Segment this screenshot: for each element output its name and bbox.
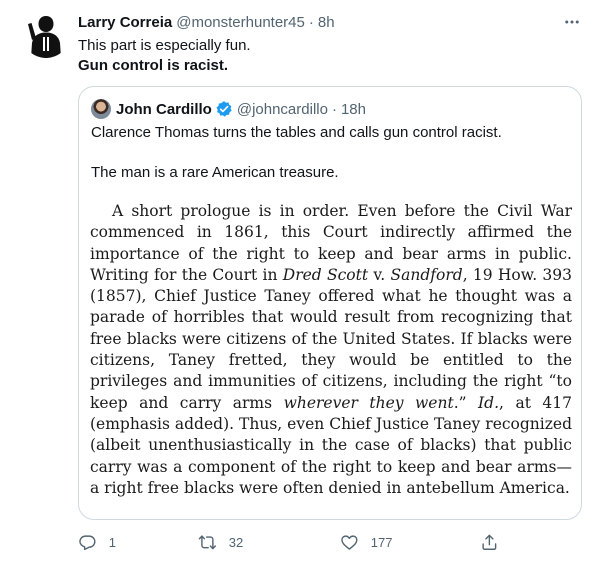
author-avatar[interactable] [22, 10, 70, 58]
quoted-header-separator: · [331, 100, 337, 118]
tweet-timestamp[interactable]: 8h [318, 14, 335, 31]
quoted-text-line: The man is a rare American treasure. [91, 164, 339, 181]
quoted-author-handle: @johncardillo [236, 100, 328, 118]
quoted-tweet[interactable]: John Cardillo @johncardillo · 18h Claren… [78, 86, 582, 520]
reply-icon [79, 535, 96, 550]
court-opinion-excerpt-image[interactable]: A short prologue is in order. Even befor… [90, 201, 572, 499]
quoted-author-avatar [91, 99, 111, 119]
excerpt-emphasis: wherever they went [283, 393, 454, 412]
excerpt-id-cite: Id. [478, 393, 500, 412]
quoted-tweet-text: Clarence Thomas turns the tables and cal… [91, 123, 569, 203]
like-button[interactable]: 177 [340, 533, 392, 552]
excerpt-versus: v. [368, 265, 391, 284]
quoted-text-line: Clarence Thomas turns the tables and cal… [91, 124, 502, 141]
reply-button[interactable]: 1 [78, 533, 116, 552]
quoted-timestamp: 18h [340, 100, 366, 118]
excerpt-case-name: Sandford [390, 265, 463, 284]
tweet-text-line-bold: Gun control is racist. [78, 57, 229, 74]
more-options-button[interactable] [562, 12, 582, 32]
author-handle[interactable]: @monsterhunter45 [176, 14, 305, 31]
more-icon [565, 20, 579, 24]
tweet-text: This part is especially fun. Gun control… [78, 36, 582, 76]
retweet-button[interactable]: 32 [198, 533, 243, 552]
tweet[interactable]: Larry Correia @monsterhunter45 · 8h This… [0, 0, 598, 564]
like-count: 177 [370, 534, 393, 550]
excerpt-text: , 19 How. 393 (1857), Chief Justice Tane… [90, 265, 572, 412]
retweet-icon [198, 535, 217, 549]
author-name[interactable]: Larry Correia [78, 14, 172, 31]
verified-badge-icon [215, 100, 233, 118]
header-separator: · [308, 13, 314, 31]
excerpt-text: .” [453, 393, 479, 412]
share-icon [482, 534, 497, 550]
tweet-text-line: This part is especially fun. [78, 37, 251, 54]
quoted-tweet-header: John Cardillo @johncardillo · 18h [91, 99, 569, 119]
avatar-silhouette-icon [22, 10, 70, 58]
retweet-count: 32 [228, 534, 244, 550]
excerpt-case-name: Dred Scott [282, 265, 369, 284]
share-button[interactable] [480, 533, 499, 552]
tweet-header: Larry Correia @monsterhunter45 · 8h [78, 12, 582, 32]
tweet-actions: 1 32 177 [78, 530, 508, 554]
quoted-author-name: John Cardillo [116, 100, 212, 118]
heart-icon [341, 535, 358, 550]
reply-count: 1 [108, 534, 116, 550]
